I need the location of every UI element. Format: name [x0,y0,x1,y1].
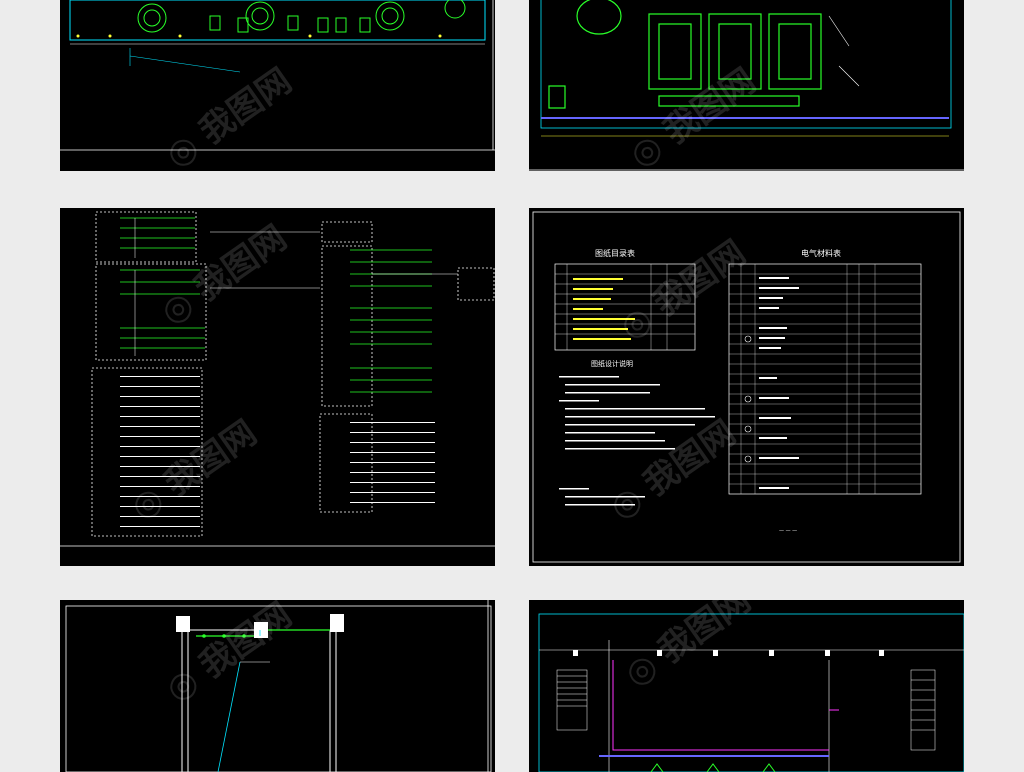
wiring-detail-drawing [65,600,492,772]
drawing-thumbnail-system-diagram[interactable]: ◎ 我图网 ◎ 我图网 [60,208,495,566]
index-legend-drawing: — — — [532,211,961,563]
floor-plan-1-drawing [60,0,495,151]
drawing-thumbnail-floor-plan-2[interactable]: ◎ 我图网 [529,0,964,171]
index-table-title: 图纸目录表 [595,249,635,258]
system-diagram-drawing [60,211,495,547]
svg-text:— — —: — — — [779,528,797,534]
material-table-title: 电气材料表 [801,249,841,258]
drawing-thumbnail-floor-plan-3[interactable]: ◎ 我图网 [529,600,964,772]
drawing-thumbnail-index-legend[interactable]: — — — 图纸目录表 电气材料表 图纸设计说明 ◎ 我图网 ◎ 我图网 [529,208,964,566]
design-notes-title: 图纸设计说明 [591,360,633,368]
floor-plan-2-drawing [529,0,964,171]
floor-plan-3-drawing [538,613,964,772]
drawing-thumbnail-floor-plan-1[interactable]: ◎ 我图网 [60,0,495,171]
drawing-thumbnail-wiring-detail[interactable]: ◎ 我图网 [60,600,495,772]
